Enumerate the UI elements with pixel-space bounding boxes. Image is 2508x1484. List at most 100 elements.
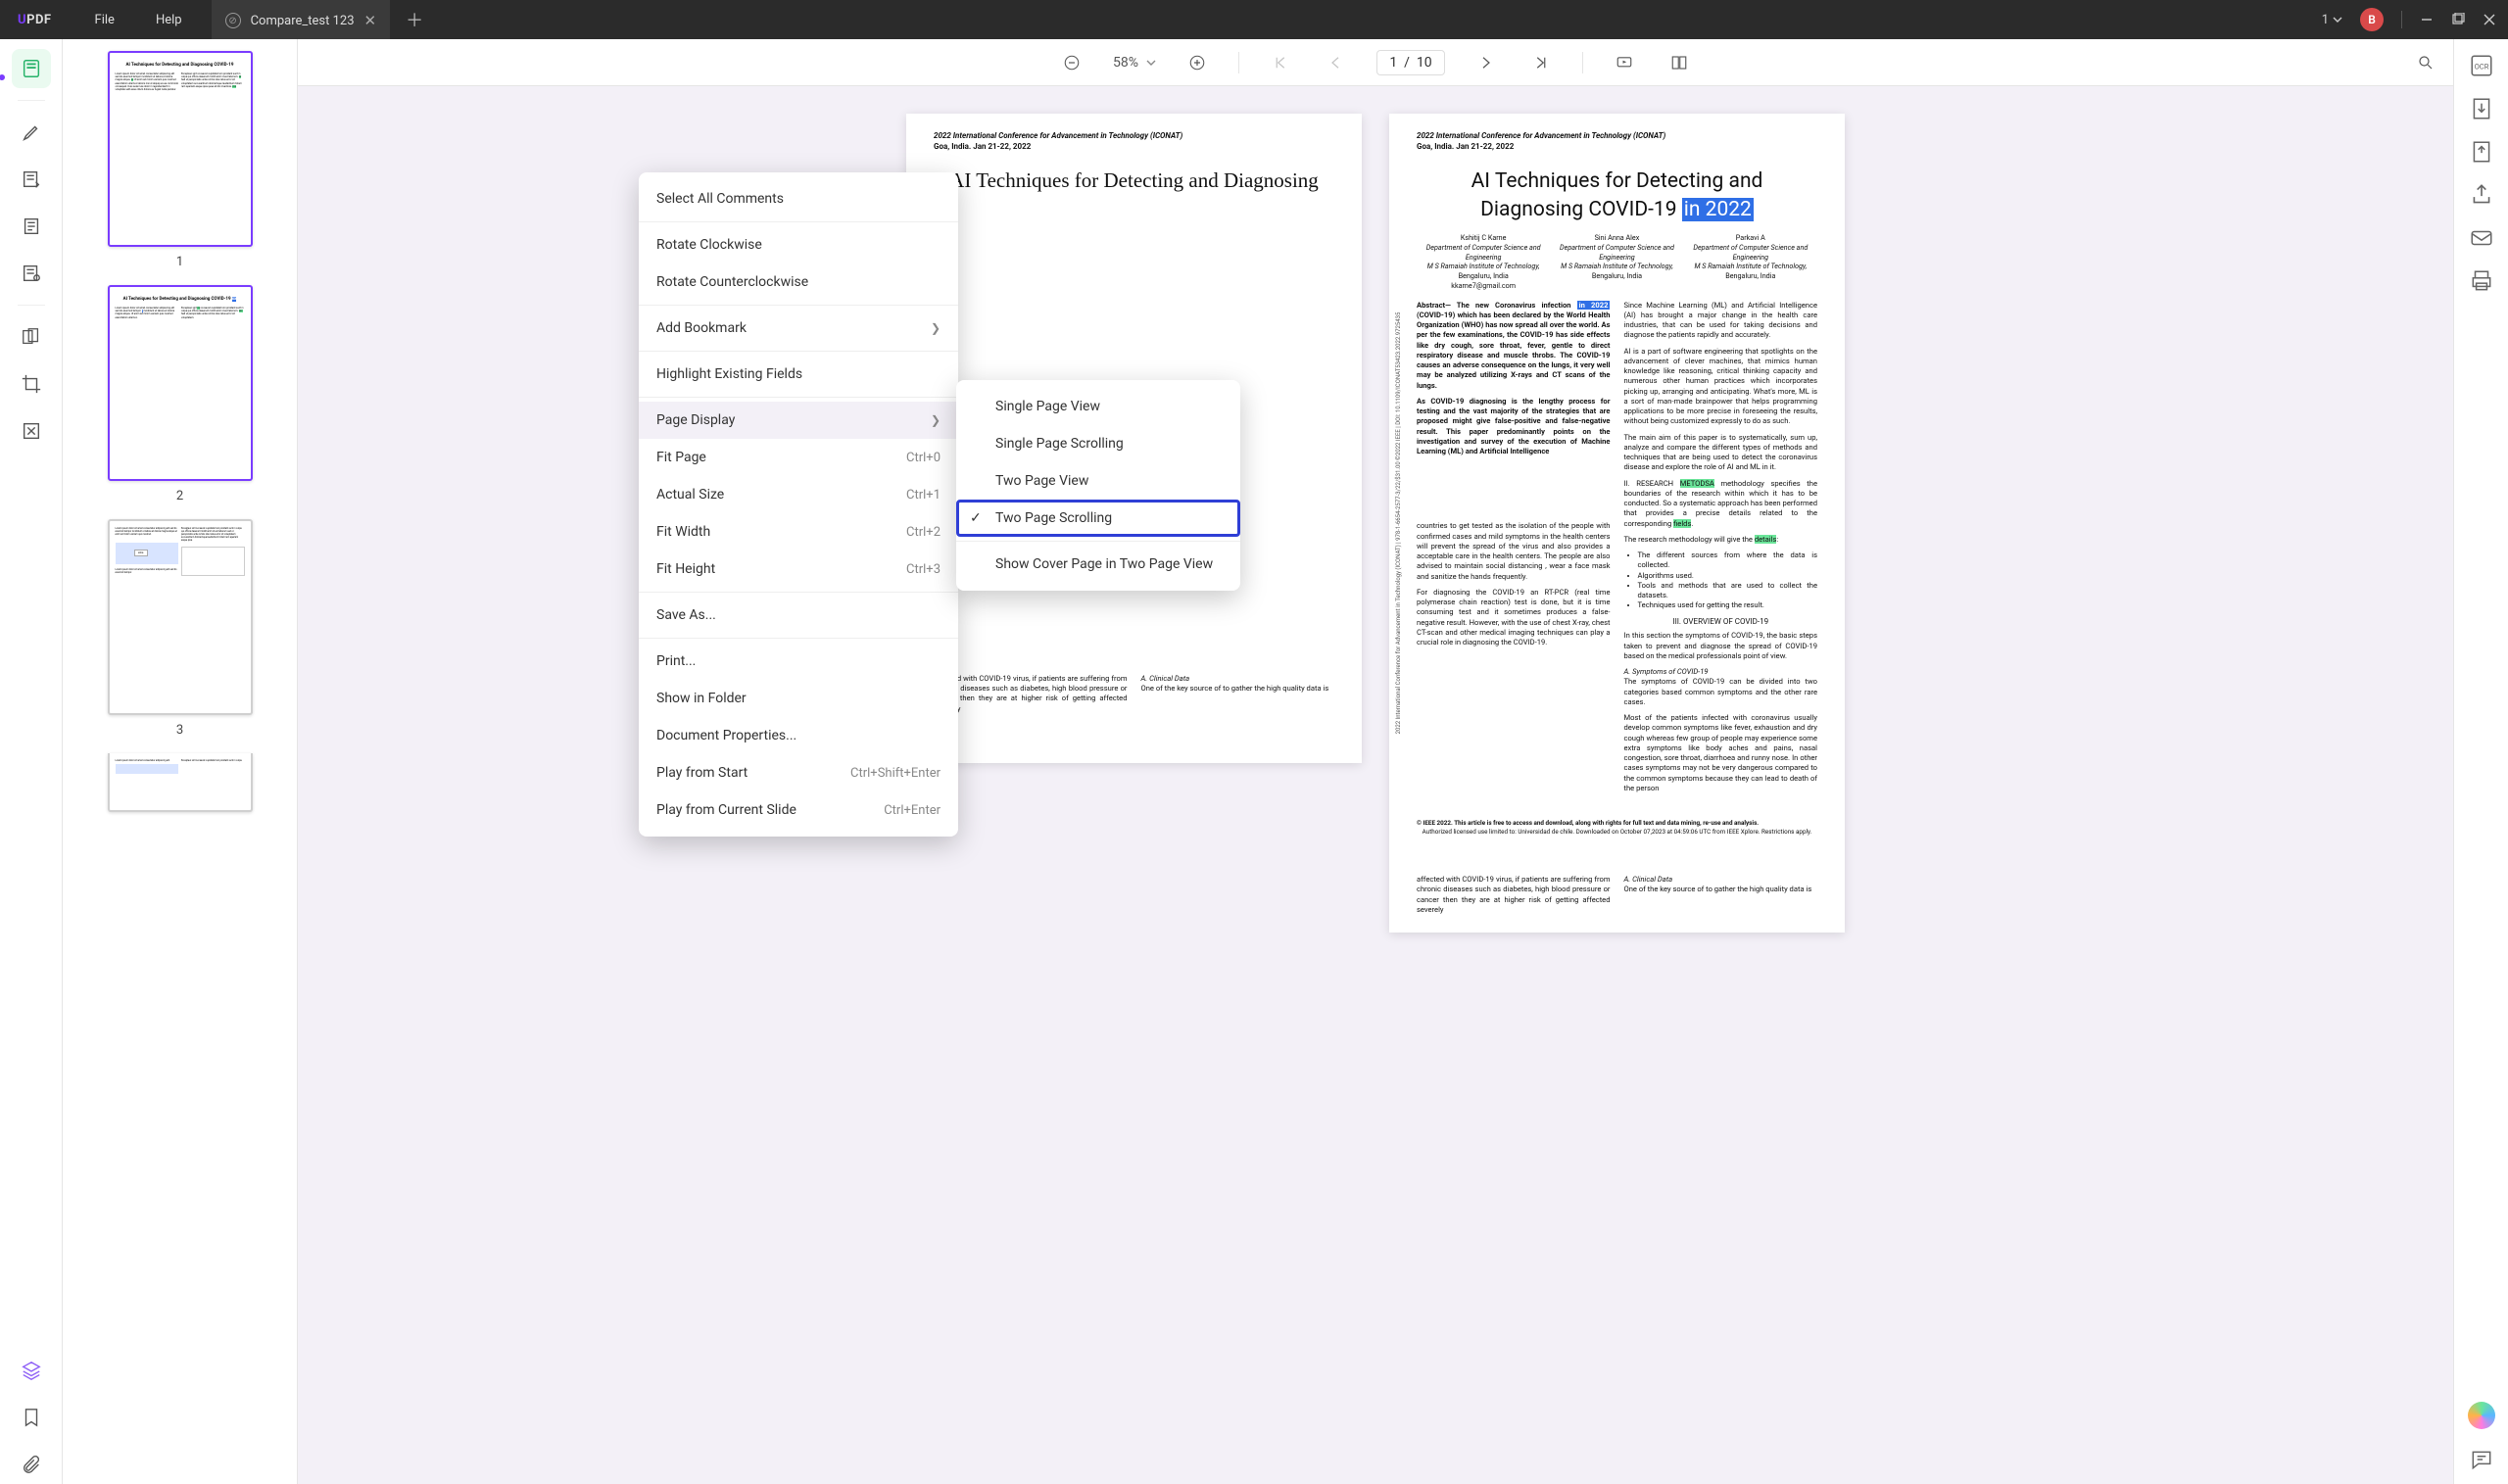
window-count[interactable]: 1: [2322, 13, 2342, 27]
app-logo: UPDF: [0, 13, 70, 27]
left-rail: [0, 39, 63, 1484]
tab-file-icon: ⊘: [225, 13, 241, 28]
zoom-out-button[interactable]: [1058, 49, 1085, 76]
avatar[interactable]: B: [2360, 8, 2384, 31]
ctx-select-all-comments[interactable]: Select All Comments: [639, 180, 958, 217]
body-text: affected with COVID-19 virus, if patient…: [1417, 875, 1611, 915]
ocr-button[interactable]: OCR: [2469, 53, 2494, 78]
sub-single-page-scrolling[interactable]: Single Page Scrolling: [956, 425, 1240, 462]
rail-crop-button[interactable]: [12, 364, 51, 404]
thumbnail-item[interactable]: Lorem ipsum dolor sit amet consectetur a…: [63, 519, 297, 738]
bullet-list: The different sources from where the dat…: [1638, 551, 1818, 611]
convert-button[interactable]: [2469, 96, 2494, 121]
right-rail: OCR: [2453, 39, 2508, 1484]
body-text: AI is a part of software engineering tha…: [1624, 347, 1818, 427]
shortcut: Ctrl+3: [906, 562, 940, 577]
thumbnail-page-number: 3: [176, 723, 183, 738]
body-text: One of the key source of to gather the h…: [1141, 684, 1335, 694]
author-affil: M S Ramaiah Institute of Technology,: [1417, 262, 1550, 271]
search-button[interactable]: [2412, 49, 2439, 76]
author-affil: Department of Computer Science and Engin…: [1417, 243, 1550, 262]
rail-bookmark-button[interactable]: [12, 1398, 51, 1437]
rail-organize-button[interactable]: [12, 317, 51, 357]
presentation-button[interactable]: [1611, 49, 1638, 76]
maximize-button[interactable]: [2451, 13, 2465, 26]
sub-show-cover-page[interactable]: Show Cover Page in Two Page View: [956, 546, 1240, 583]
comment-button[interactable]: [2469, 1447, 2494, 1472]
print-button[interactable]: [2469, 268, 2494, 294]
ctx-fit-page[interactable]: Fit PageCtrl+0: [639, 439, 958, 476]
ctx-page-display[interactable]: Page Display❯: [639, 402, 958, 439]
ctx-fit-width[interactable]: Fit WidthCtrl+2: [639, 513, 958, 551]
document-tab[interactable]: ⊘ Compare_test 123 ✕: [212, 0, 391, 39]
thumbnail-page-number: 2: [176, 489, 183, 503]
menu-file[interactable]: File: [95, 13, 115, 27]
rail-edit-button[interactable]: [12, 160, 51, 199]
ctx-fit-height[interactable]: Fit HeightCtrl+3: [639, 551, 958, 588]
tab-close-icon[interactable]: ✕: [364, 12, 377, 29]
svg-text:OCR: OCR: [2474, 62, 2488, 71]
two-page-button[interactable]: [1665, 49, 1693, 76]
list-item: Algorithms used.: [1638, 571, 1818, 581]
ctx-document-properties[interactable]: Document Properties...: [639, 717, 958, 754]
rail-layers-button[interactable]: [12, 1351, 51, 1390]
minimize-button[interactable]: [2420, 13, 2434, 26]
page-indicator[interactable]: 1 / 10: [1376, 50, 1445, 75]
rail-pages-button[interactable]: [12, 207, 51, 246]
ai-assistant-button[interactable]: [2468, 1402, 2495, 1429]
zoom-in-button[interactable]: [1183, 49, 1211, 76]
first-page-button[interactable]: [1267, 49, 1294, 76]
author-email: kkarne7@gmail.com: [1417, 281, 1550, 291]
share-button[interactable]: [2469, 182, 2494, 208]
rail-attachment-button[interactable]: [12, 1445, 51, 1484]
sub-two-page-view[interactable]: Two Page View: [956, 462, 1240, 500]
thumbnail-item[interactable]: Lorem ipsum dolor sit amet consectetur a…: [63, 753, 297, 812]
section-heading: A. Clinical Data: [1141, 674, 1335, 684]
thumbnail-page-2: AI Techniques for Detecting and Diagnosi…: [108, 285, 253, 481]
ctx-rotate-cw[interactable]: Rotate Clockwise: [639, 226, 958, 263]
zoom-dropdown[interactable]: 58%: [1113, 55, 1156, 71]
title-part: Diagnosing COVID-19: [1480, 198, 1682, 221]
menu-help[interactable]: Help: [156, 13, 182, 27]
conference-line: Goa, India. Jan 21-22, 2022: [1417, 142, 1817, 153]
ctx-print[interactable]: Print...: [639, 643, 958, 680]
export-button[interactable]: [2469, 139, 2494, 165]
rail-highlighter-button[interactable]: [12, 113, 51, 152]
close-button[interactable]: [2483, 13, 2496, 26]
list-item: Tools and methods that are used to colle…: [1638, 581, 1818, 601]
divider: [639, 638, 958, 639]
ctx-highlight-fields[interactable]: Highlight Existing Fields: [639, 356, 958, 393]
ctx-actual-size[interactable]: Actual SizeCtrl+1: [639, 476, 958, 513]
shortcut: Ctrl+Enter: [884, 803, 940, 818]
ctx-play-from-start[interactable]: Play from StartCtrl+Shift+Enter: [639, 754, 958, 791]
section-heading: II. RESEARCH METODSA methodology specifi…: [1624, 479, 1818, 529]
conference-line: 2022 International Conference for Advanc…: [934, 131, 1334, 142]
sub-two-page-scrolling[interactable]: ✓ Two Page Scrolling: [956, 500, 1240, 537]
divider: [1582, 52, 1583, 73]
rail-redact-button[interactable]: [12, 411, 51, 451]
thumbnail-item[interactable]: AI Techniques for Detecting and Diagnosi…: [63, 51, 297, 269]
email-button[interactable]: [2469, 225, 2494, 251]
ctx-add-bookmark[interactable]: Add Bookmark❯: [639, 310, 958, 347]
page-footer: © IEEE 2022. This article is free to acc…: [1417, 819, 1817, 836]
rail-form-button[interactable]: [12, 254, 51, 293]
page-viewport[interactable]: 2022 International Conference for Advanc…: [298, 86, 2453, 1484]
menubar: File Help: [70, 13, 182, 27]
last-page-button[interactable]: [1527, 49, 1555, 76]
thumbnail-item[interactable]: AI Techniques for Detecting and Diagnosi…: [63, 285, 297, 503]
ctx-rotate-ccw[interactable]: Rotate Counterclockwise: [639, 263, 958, 301]
ctx-play-from-current[interactable]: Play from Current SlideCtrl+Enter: [639, 791, 958, 829]
rail-thumbnails-button[interactable]: [12, 49, 51, 88]
body-text: countries to get tested as the isolation…: [1417, 521, 1611, 582]
subsection-heading: A. Symptoms of COVID-19: [1624, 667, 1818, 677]
logo-u: U: [18, 13, 26, 27]
sub-single-page-view[interactable]: Single Page View: [956, 388, 1240, 425]
divider: [639, 305, 958, 306]
body-text: For diagnosing the COVID-19 an RT-PCR (r…: [1417, 588, 1611, 648]
prev-page-button[interactable]: [1322, 49, 1349, 76]
new-tab-button[interactable]: ＋: [390, 7, 439, 32]
ctx-show-in-folder[interactable]: Show in Folder: [639, 680, 958, 717]
ctx-save-as[interactable]: Save As...: [639, 597, 958, 634]
next-page-button[interactable]: [1472, 49, 1500, 76]
title-part: AI Techniques for Detecting and: [1471, 169, 1763, 193]
